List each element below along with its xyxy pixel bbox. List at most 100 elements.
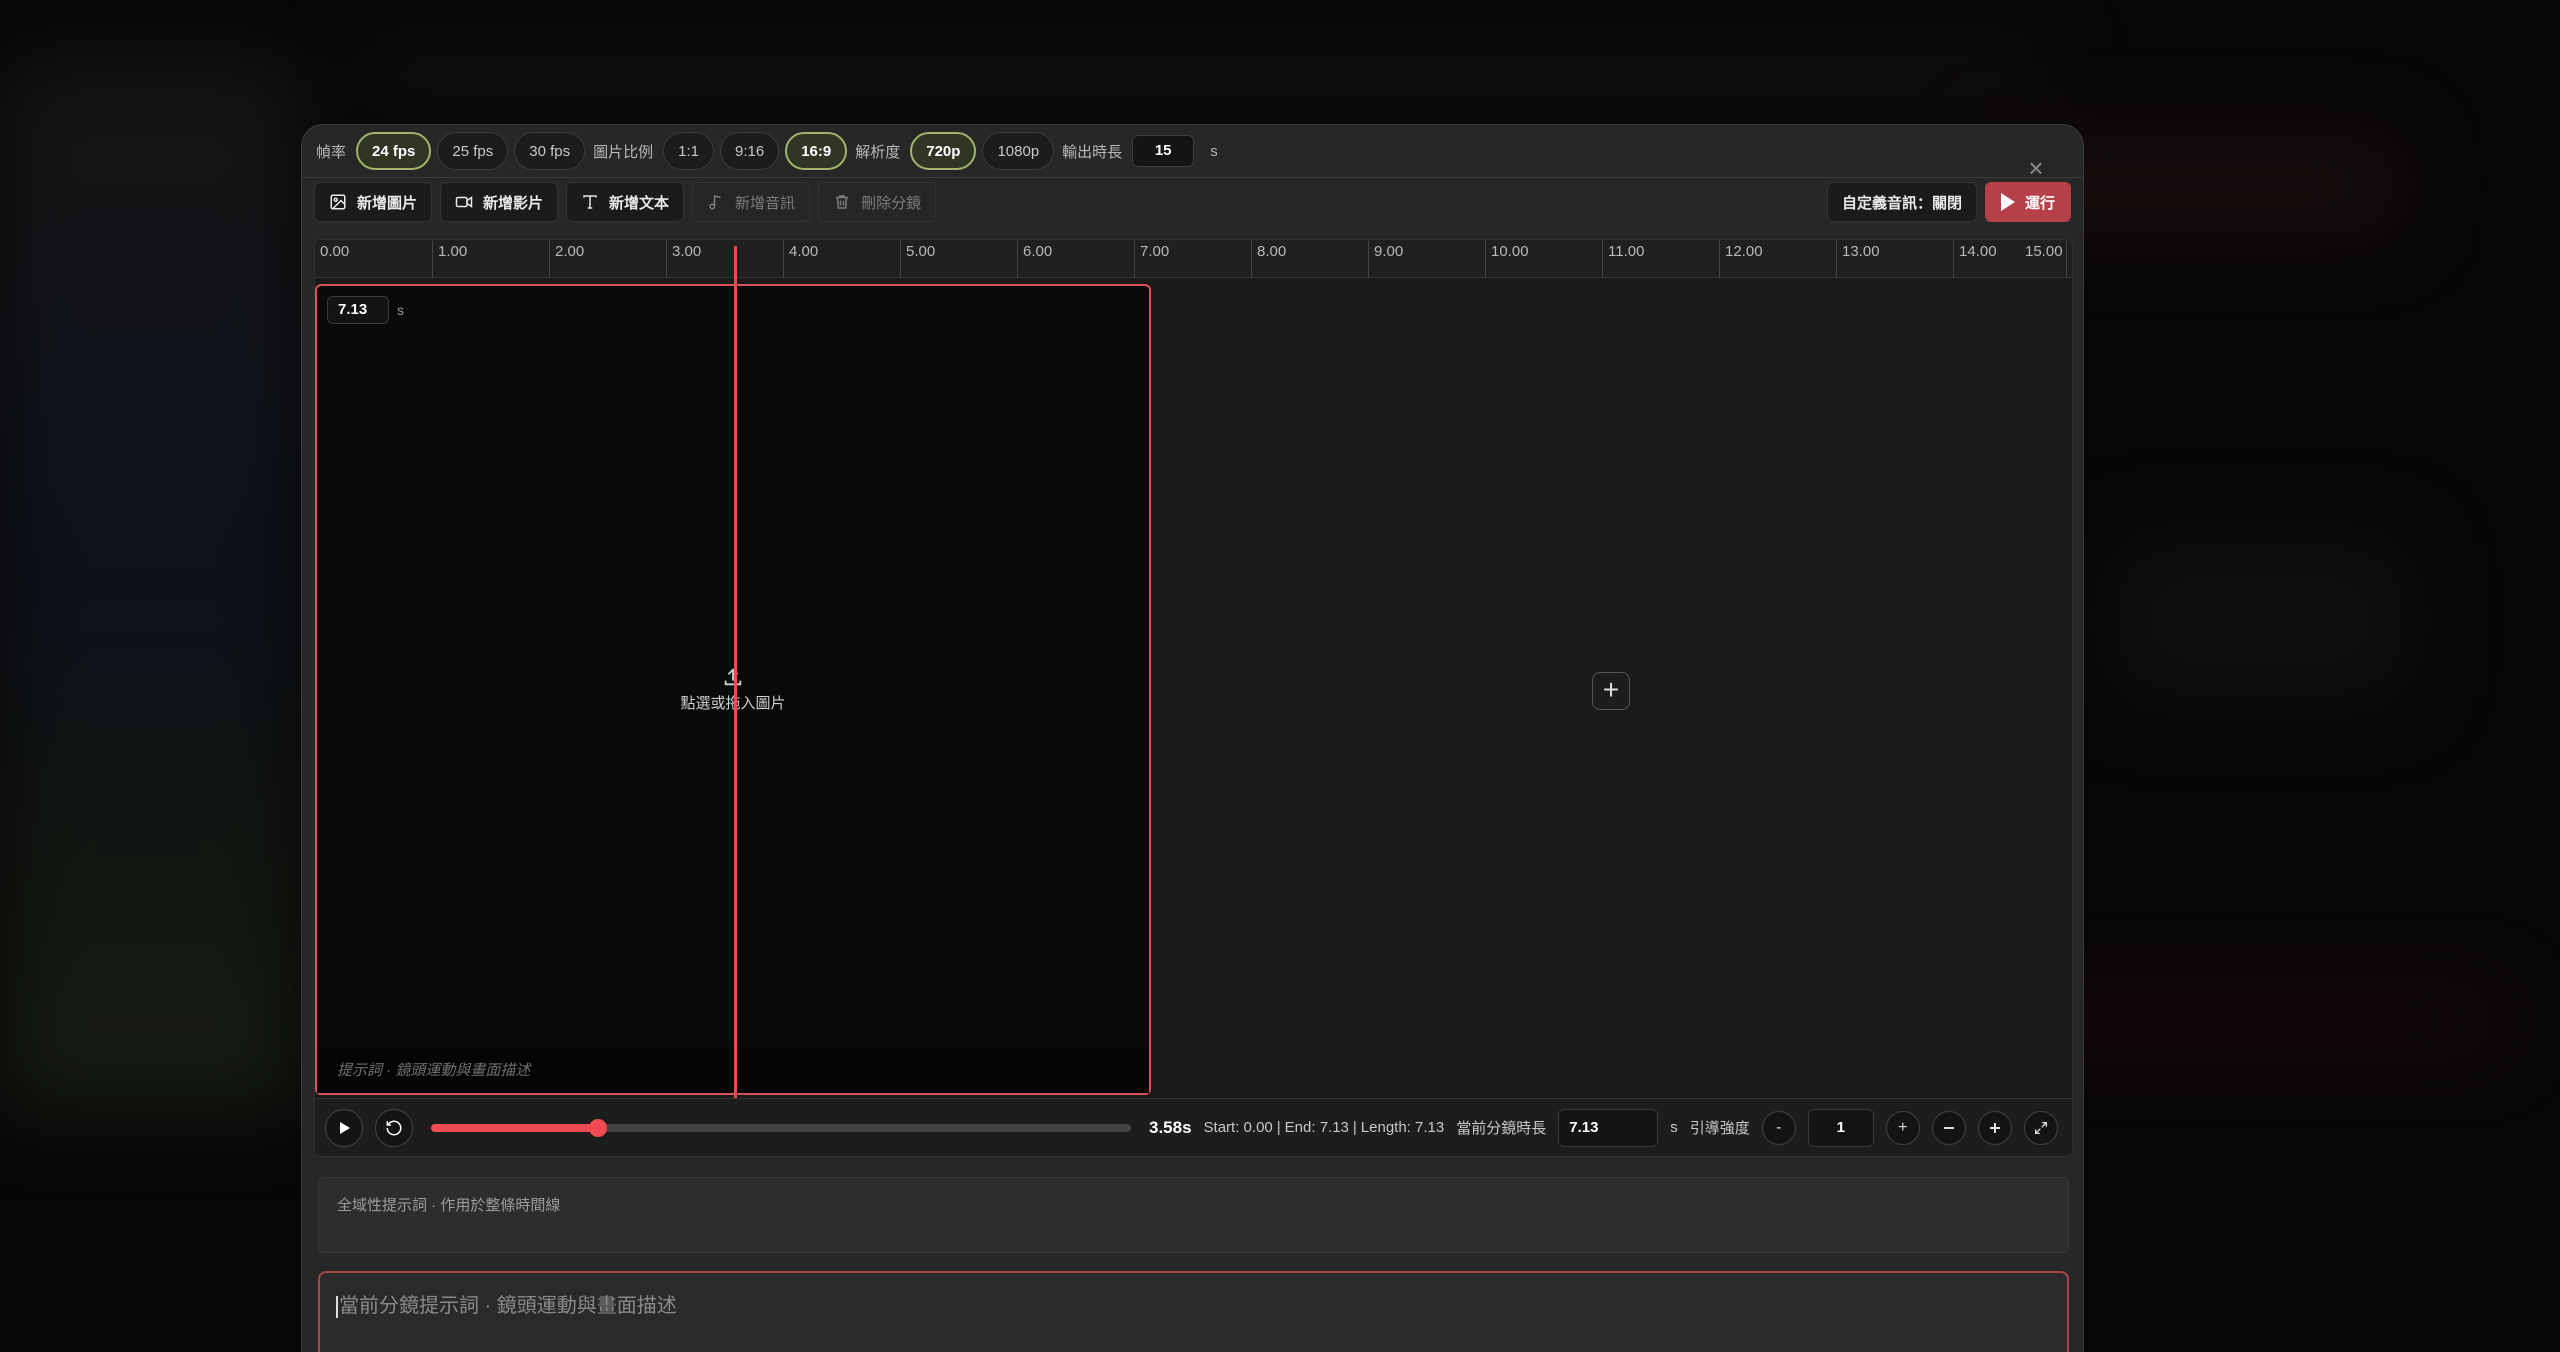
clip-duration-input[interactable]: 7.13 (327, 296, 389, 324)
ruler-tick-label: 14.00 (1959, 243, 1997, 260)
ruler-tick-label: 3.00 (672, 243, 702, 260)
ruler-tick-label: 15.00 (2025, 243, 2063, 260)
clip-duration-unit: s (397, 302, 404, 318)
ruler-tick-label: 1.00 (438, 243, 468, 260)
play-icon (2000, 193, 2015, 211)
text-caret (336, 1295, 338, 1318)
resolution-label: 解析度 (855, 143, 901, 161)
timeline-editor-dialog: × 幀率 24 fps 25 fps 30 fps 圖片比例 1:1 9:16 … (301, 124, 2084, 1352)
fullscreen-button[interactable] (2023, 1110, 2058, 1145)
ruler-tick-label: 9.00 (1374, 243, 1404, 260)
sep-2: | (1352, 1119, 1357, 1136)
current-time: 3.58s (1149, 1117, 1192, 1137)
start-time: Start: 0.00 (1203, 1119, 1273, 1136)
guidance-increment-button[interactable]: + (1885, 1110, 1920, 1145)
play-icon (340, 1121, 350, 1134)
guidance-decrement-button[interactable]: - (1761, 1110, 1796, 1145)
zoom-in-button[interactable] (1977, 1110, 2012, 1145)
ruler-tick: 14.00 (1953, 240, 1997, 278)
replay-button[interactable] (375, 1108, 413, 1147)
ruler-tick: 15.00 (2025, 240, 2067, 278)
guidance-label: 引導強度 (1689, 1120, 1750, 1137)
add-text-button[interactable]: 新增文本 (566, 182, 685, 222)
minus-icon (1943, 1126, 1954, 1129)
delete-shot-label: 刪除分鏡 (861, 194, 922, 212)
settings-row: 幀率 24 fps 25 fps 30 fps 圖片比例 1:1 9:16 16… (314, 131, 1218, 171)
ruler-tick-label: 10.00 (1491, 243, 1529, 260)
guidance-input[interactable]: 1 (1807, 1108, 1874, 1147)
ruler-tick: 1.00 (432, 240, 467, 278)
playback-slider[interactable] (431, 1118, 1131, 1137)
fps-option-25[interactable]: 25 fps (437, 132, 509, 170)
plus-icon (1989, 1122, 2000, 1133)
shot-duration-input[interactable]: 7.13 (1558, 1108, 1659, 1147)
shot-prompt-placeholder: 當前分鏡提示詞 · 鏡頭運動與畫面描述 (339, 1295, 677, 1317)
fps-option-30[interactable]: 30 fps (514, 132, 586, 170)
time-ruler[interactable]: 0.00 1.00 2.00 3.00 4.00 5.00 6.00 7.00 8.00 9.00… (315, 240, 2072, 278)
add-image-button[interactable]: 新增圖片 (314, 182, 433, 222)
play-button[interactable] (325, 1108, 363, 1147)
ruler-tick: 7.00 (1134, 240, 1169, 278)
video-icon (455, 196, 473, 208)
ruler-tick: 11.00 (1602, 240, 1644, 278)
ruler-tick-label: 12.00 (1725, 243, 1763, 260)
text-icon (583, 195, 597, 209)
duration-unit: s (1210, 142, 1218, 160)
add-text-label: 新增文本 (609, 194, 670, 212)
zoom-out-button[interactable] (1931, 1110, 1966, 1145)
upload-hint: 點選或拖入圖片 (680, 695, 786, 712)
resolution-option-1080p[interactable]: 1080p (982, 132, 1055, 170)
image-upload-zone[interactable]: 點選或拖入圖片 (317, 666, 1149, 713)
output-duration-input[interactable]: 15 (1132, 135, 1195, 167)
run-label: 運行 (2024, 194, 2055, 212)
add-clip-button[interactable]: + (1592, 672, 1630, 710)
ruler-tick: 4.00 (783, 240, 818, 278)
add-audio-button[interactable]: 新增音訊 (692, 182, 811, 222)
playhead[interactable] (734, 246, 737, 1098)
clip-prompt-input[interactable]: 提示詞 · 鏡頭運動與畫面描述 (317, 1047, 1149, 1093)
run-button[interactable]: 運行 (1984, 182, 2071, 222)
toolbar: 新增圖片 新增影片 新增文本 新增音訊 刪除分鏡 自定義音訊：關閉 運行 (314, 182, 2071, 222)
global-prompt-input[interactable]: 全域性提示詞 · 作用於整條時間線 (318, 1177, 2069, 1253)
ruler-tick-label: 4.00 (789, 243, 819, 260)
trash-icon (836, 195, 849, 209)
ruler-tick-label: 0.00 (320, 243, 350, 260)
ratio-option-9-16[interactable]: 9:16 (720, 132, 780, 170)
ruler-tick-label: 13.00 (1842, 243, 1880, 260)
ruler-tick: 6.00 (1017, 240, 1052, 278)
ruler-tick: 10.00 (1485, 240, 1529, 278)
shot-duration-label: 當前分鏡時長 (1456, 1120, 1547, 1137)
divider (302, 177, 2083, 178)
custom-audio-toggle[interactable]: 自定義音訊：關閉 (1826, 182, 1977, 222)
expand-icon (2034, 1121, 2047, 1134)
rotate-ccw-icon (386, 1120, 402, 1135)
add-image-label: 新增圖片 (357, 194, 418, 212)
sep-1: | (1276, 1119, 1281, 1136)
delete-shot-button[interactable]: 刪除分鏡 (818, 182, 937, 222)
ratio-option-16-9[interactable]: 16:9 (785, 132, 848, 170)
resolution-option-720p[interactable]: 720p (910, 132, 977, 170)
shot-prompt-input[interactable]: 當前分鏡提示詞 · 鏡頭運動與畫面描述 (318, 1271, 2069, 1352)
ruler-tick: 5.00 (900, 240, 935, 278)
slider-knob[interactable] (589, 1118, 608, 1137)
ruler-tick-label: 6.00 (1023, 243, 1053, 260)
timeline-clip[interactable]: 7.13 s 點選或拖入圖片 提示詞 · 鏡頭運動與畫面描述 (315, 284, 1151, 1095)
ruler-tick-label: 5.00 (906, 243, 936, 260)
playback-controls: 3.58s Start: 0.00 | End: 7.13 | Length: … (315, 1098, 2072, 1156)
add-video-button[interactable]: 新增影片 (440, 182, 559, 222)
ruler-tick-label: 8.00 (1257, 243, 1287, 260)
ruler-tick: 2.00 (549, 240, 584, 278)
shot-duration-unit: s (1670, 1119, 1678, 1136)
ruler-tick: 13.00 (1836, 240, 1880, 278)
timeline-panel: 0.00 1.00 2.00 3.00 4.00 5.00 6.00 7.00 8.00 9.00… (314, 239, 2073, 1157)
music-note-icon (709, 195, 721, 210)
add-video-label: 新增影片 (483, 194, 544, 212)
ruler-tick: 3.00 (666, 240, 701, 278)
ruler-tick-label: 2.00 (555, 243, 585, 260)
duration-label: 輸出時長 (1062, 143, 1123, 161)
fps-option-24[interactable]: 24 fps (356, 132, 432, 170)
upload-icon (724, 668, 742, 686)
ruler-tick: 9.00 (1368, 240, 1403, 278)
ruler-tick: 12.00 (1719, 240, 1763, 278)
ratio-option-1-1[interactable]: 1:1 (663, 132, 714, 170)
